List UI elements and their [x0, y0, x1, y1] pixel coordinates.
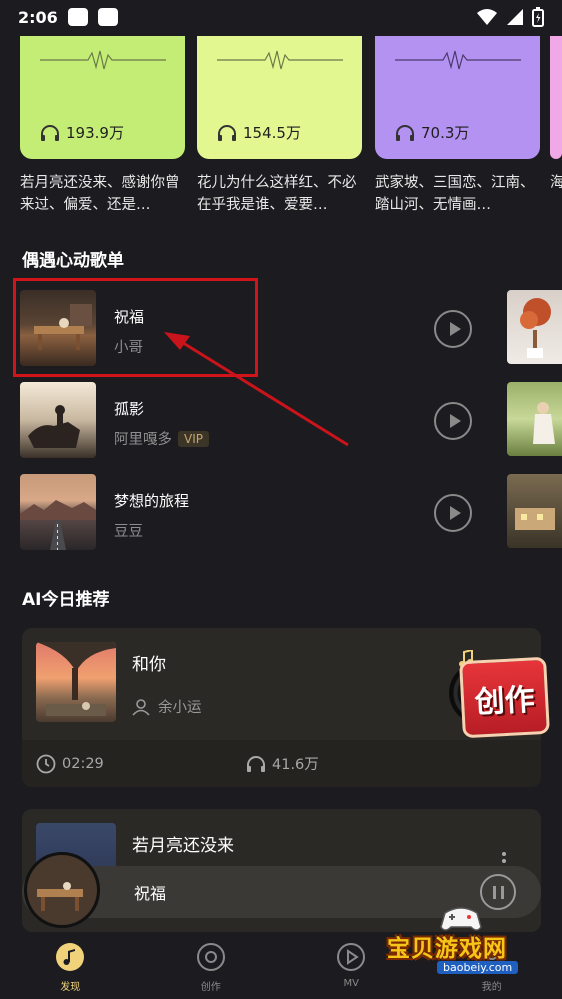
playlist-count: 193.9万 — [40, 122, 124, 143]
ai-song-title: 若月亮还没来 — [132, 836, 234, 856]
song-cover — [36, 642, 116, 722]
duration-text: 02:29 — [62, 755, 104, 772]
section-title-encounter: 偶遇心动歌单 — [22, 251, 124, 271]
duration: 02:29 — [36, 754, 104, 774]
song-row[interactable]: 孤影 阿里嘎多 VIP — [20, 382, 500, 458]
play-button[interactable] — [434, 310, 472, 348]
song-artist-name: 阿里嘎多 — [114, 432, 172, 448]
signal-icon — [507, 9, 523, 25]
play-button[interactable] — [434, 494, 472, 532]
wifi-icon — [477, 9, 497, 25]
status-time: 2:06 — [18, 7, 58, 27]
song-row[interactable]: 梦想的旅程 豆豆 — [20, 474, 500, 550]
vip-badge: VIP — [178, 430, 209, 447]
headphones-icon — [247, 755, 265, 772]
song-artist-name: 豆豆 — [114, 524, 143, 540]
playlist-card[interactable]: 154.5万 — [197, 36, 362, 159]
play-count: 41.6万 — [246, 753, 319, 774]
battery-icon — [532, 7, 544, 27]
playlist-description: 若月亮还没来、感谢你曾来过、偏爱、还是… — [20, 175, 180, 213]
playlist-card[interactable] — [550, 36, 562, 159]
record-icon — [196, 943, 225, 971]
music-disc-icon — [56, 943, 85, 971]
highlight-box — [13, 278, 258, 377]
ai-song-artist: 余小运 — [132, 696, 202, 717]
ai-song-title: 和你 — [132, 655, 166, 675]
watermark: 宝贝游戏网 baobeiy.com — [385, 905, 555, 981]
waveform-icon — [40, 50, 166, 70]
song-cover-next[interactable] — [507, 290, 562, 364]
playlist-count-text: 154.5万 — [243, 124, 301, 142]
ai-song-artist-name: 余小运 — [158, 700, 202, 716]
song-cover — [20, 474, 96, 550]
play-button[interactable] — [434, 402, 472, 440]
nav-label: 创作 — [200, 982, 221, 993]
headphones-icon — [218, 124, 236, 141]
nav-create[interactable]: 创作 — [141, 932, 282, 999]
ai-song-meta: 02:29 41.6万 — [22, 740, 541, 787]
status-bar: 2:06 — [0, 0, 562, 34]
song-cover — [20, 382, 96, 458]
play-count-text: 41.6万 — [272, 757, 319, 773]
video-play-icon — [337, 943, 366, 971]
playlist-card[interactable]: 193.9万 — [20, 36, 185, 159]
nav-label: 发现 — [60, 982, 81, 993]
playlist-count: 70.3万 — [395, 122, 469, 143]
status-icons — [476, 7, 544, 27]
create-badge[interactable]: 创作 — [459, 656, 550, 739]
playlist-row: 193.9万 若月亮还没来、感谢你曾来过、偏爱、还是… 154.5万 花儿为什么… — [20, 36, 562, 216]
clock-icon — [36, 754, 56, 773]
section-title-ai: AI今日推荐 — [22, 590, 110, 610]
waveform-icon — [217, 50, 343, 70]
notification-icon — [97, 8, 118, 26]
song-cover-next[interactable] — [507, 474, 562, 548]
song-cover-next[interactable] — [507, 382, 562, 456]
playlist-description: 花儿为什么这样红、不必在乎我是谁、爱要… — [197, 175, 357, 213]
song-title: 梦想的旅程 — [114, 492, 190, 510]
song-artist: 豆豆 — [114, 520, 143, 541]
headphones-icon — [41, 124, 59, 141]
song-title: 孤影 — [114, 400, 145, 418]
song-artist: 阿里嘎多 VIP — [114, 428, 209, 449]
playlist-description: 武家坡、三国恋、江南、踏山河、无情画… — [375, 175, 535, 213]
waveform-icon — [395, 50, 521, 70]
watermark-text: 宝贝游戏网 — [387, 936, 507, 962]
playlist-card[interactable]: 70.3万 — [375, 36, 540, 159]
nav-label: MV — [343, 978, 359, 989]
user-icon — [132, 698, 150, 716]
playlist-description: 海的 — [550, 175, 562, 191]
mini-player-cover — [24, 852, 100, 928]
nav-discover[interactable]: 发现 — [0, 932, 141, 999]
headphones-icon — [396, 124, 414, 141]
playlist-count-text: 70.3万 — [421, 124, 470, 142]
playlist-count-text: 193.9万 — [66, 124, 124, 142]
playlist-count: 154.5万 — [217, 122, 301, 143]
watermark-url: baobeiy.com — [437, 961, 519, 974]
notification-icon — [67, 8, 88, 26]
mini-player-title: 祝福 — [134, 884, 167, 903]
